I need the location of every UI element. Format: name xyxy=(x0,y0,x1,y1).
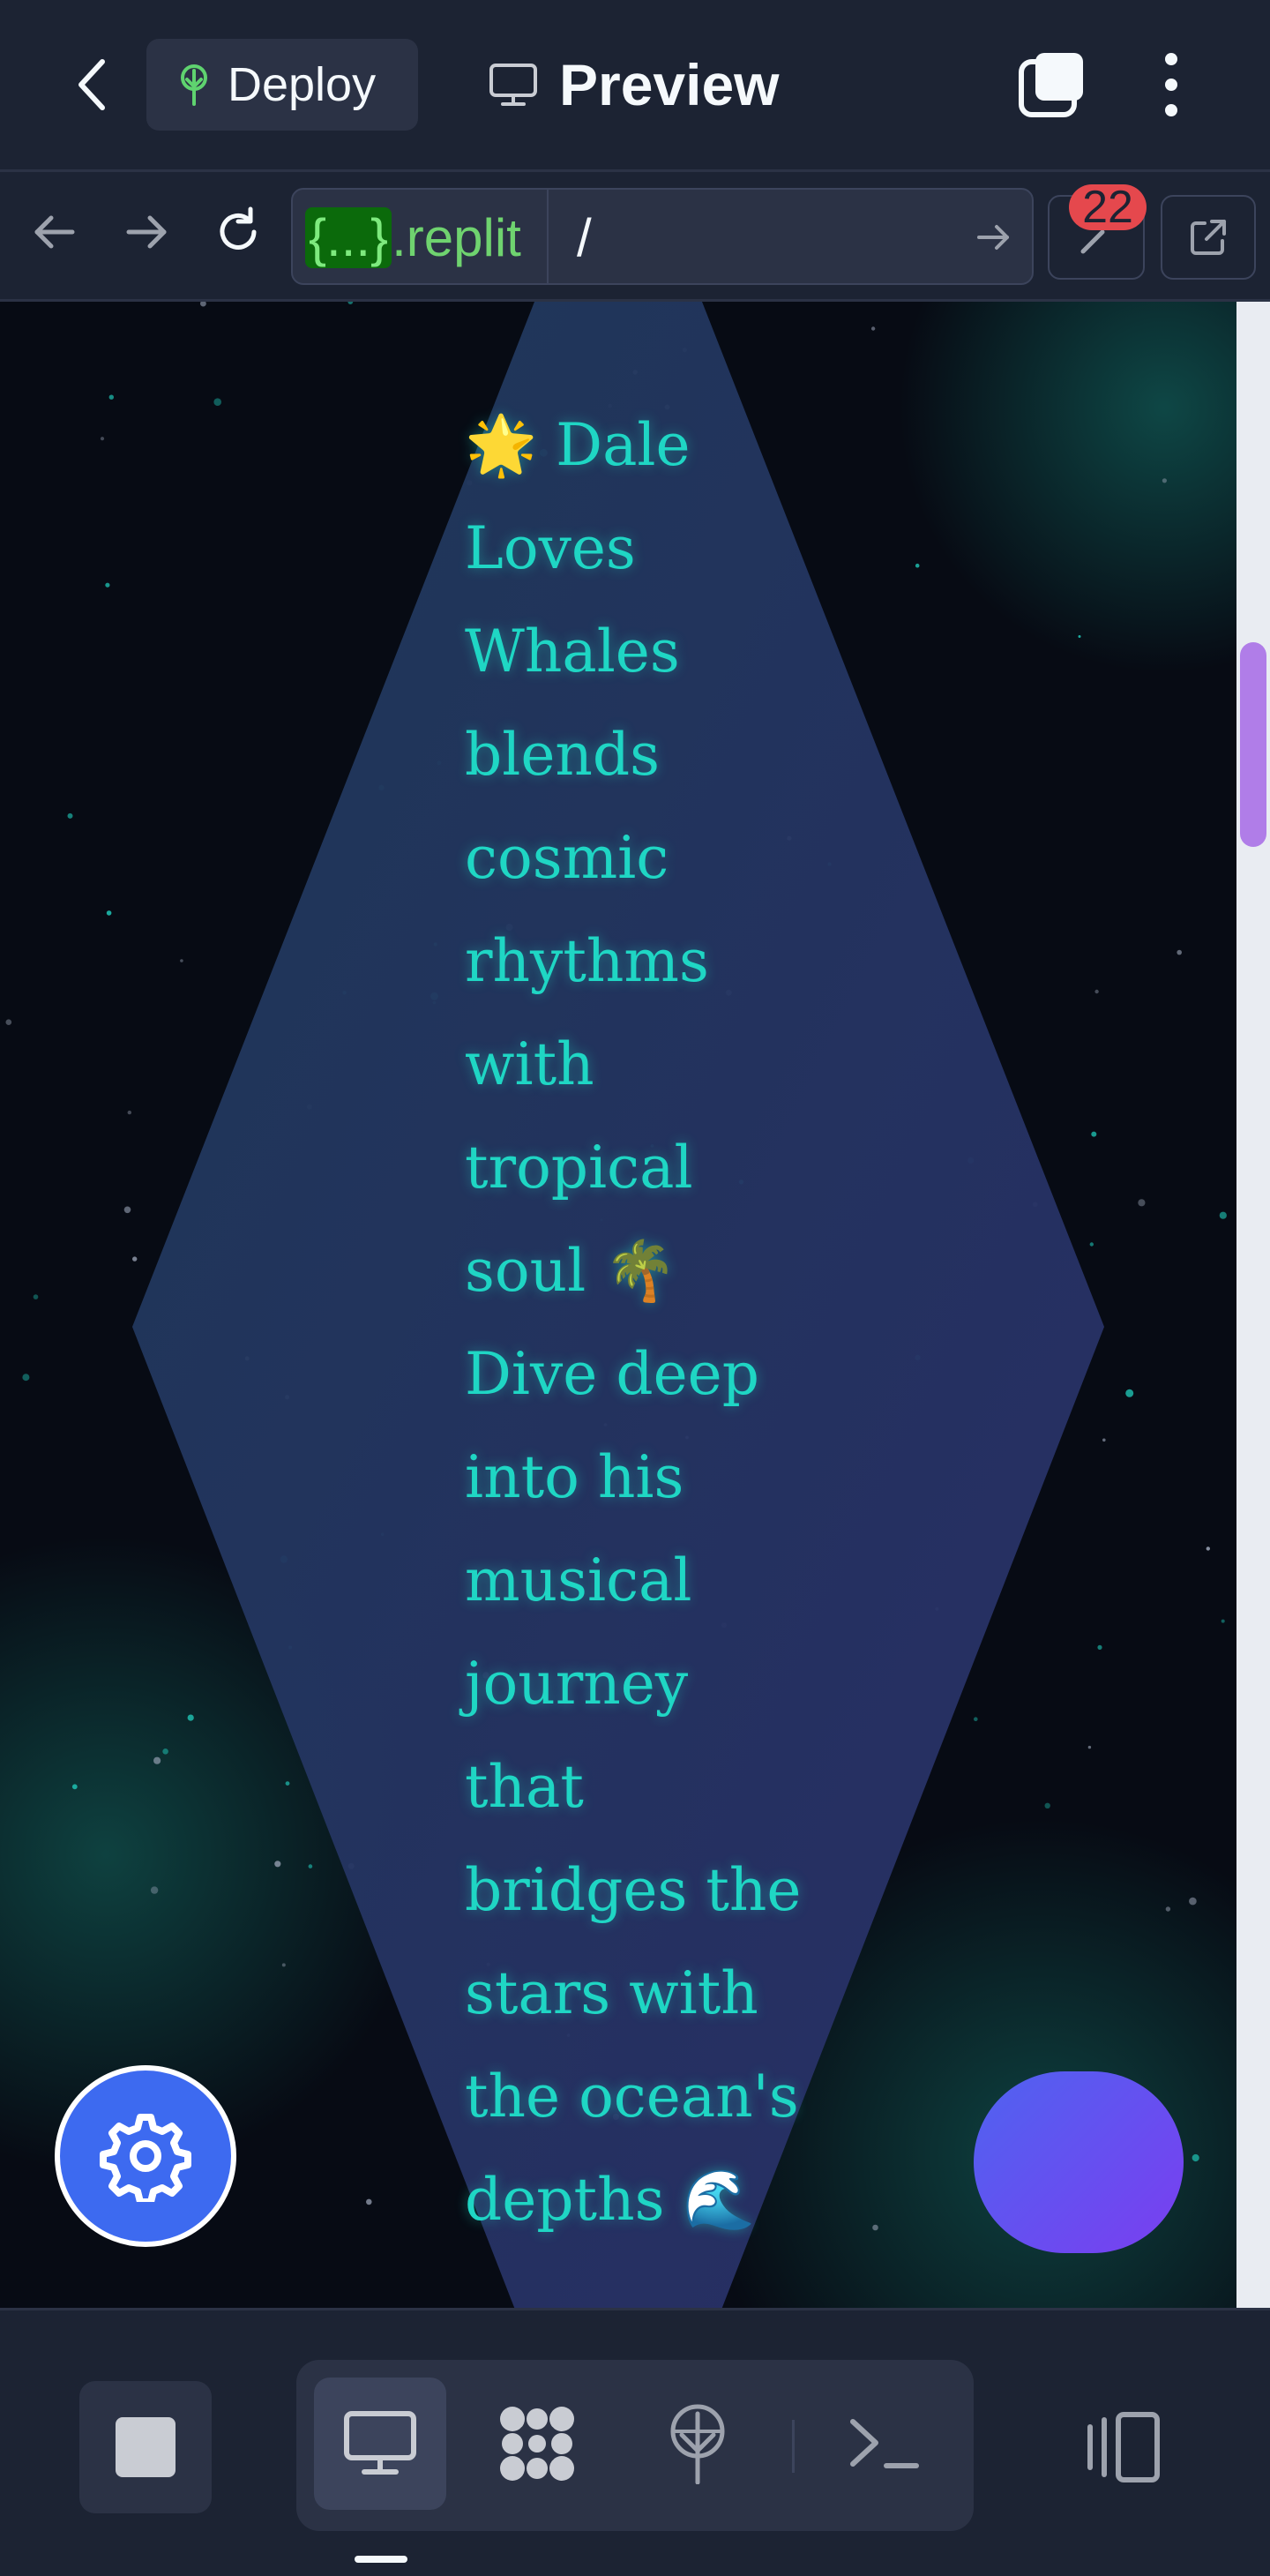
terminal-icon xyxy=(850,2419,919,2468)
chevron-left-icon xyxy=(78,59,105,110)
top-bar: Deploy Preview xyxy=(0,0,1270,171)
bio-line: depths 🌊 xyxy=(465,2166,756,2234)
arrow-right-icon xyxy=(977,225,1009,250)
url-host: {...} .replit xyxy=(305,202,826,273)
bio-line: rhythms xyxy=(465,927,709,995)
back-button[interactable] xyxy=(67,53,116,116)
bio-line: bridges the xyxy=(465,1856,802,1924)
bio-line: Whales xyxy=(465,618,680,685)
deploy-button[interactable]: Deploy xyxy=(146,39,418,131)
deploy-tool-button[interactable] xyxy=(631,2378,764,2510)
bio-line: journey xyxy=(465,1650,689,1718)
tool-separator xyxy=(792,2420,795,2473)
bottom-toolbar xyxy=(0,2310,1270,2576)
panes-icon xyxy=(1087,2412,1160,2482)
bio-line: with xyxy=(465,1030,594,1098)
scrollbar-track[interactable] xyxy=(1236,302,1270,2310)
external-link-icon xyxy=(1191,220,1226,255)
home-indicator xyxy=(355,2556,407,2563)
deploy-tree-icon xyxy=(670,2404,725,2484)
bio-line: the ocean's xyxy=(465,2063,799,2130)
url-divider xyxy=(547,190,549,283)
scrollbar-thumb[interactable] xyxy=(1240,642,1266,847)
workflow-tool-button[interactable] xyxy=(471,2378,603,2510)
monitor-icon xyxy=(489,64,537,106)
open-in-new-tab-button[interactable] xyxy=(1161,195,1256,280)
bio-line: tropical xyxy=(465,1134,693,1202)
bio-line: musical xyxy=(465,1546,692,1614)
url-path[interactable]: / xyxy=(577,202,592,273)
arrow-right-icon xyxy=(126,215,167,249)
bio-line: stars with xyxy=(465,1959,758,2027)
bio-line: 🌟 Dale xyxy=(465,411,691,479)
more-vertical-icon xyxy=(1165,53,1177,65)
url-field[interactable]: {...} .replit / xyxy=(291,188,1034,285)
stop-button[interactable] xyxy=(79,2381,212,2513)
url-host-suffix: .replit xyxy=(392,207,521,267)
reload-icon xyxy=(220,206,257,250)
preview-tab[interactable]: Preview xyxy=(489,39,780,131)
deploy-tree-icon xyxy=(181,64,207,106)
webview-tool-button[interactable] xyxy=(314,2378,446,2510)
bio-line: that xyxy=(465,1753,584,1821)
url-go-button[interactable] xyxy=(972,216,1014,258)
bio-line: into his xyxy=(465,1443,684,1511)
nav-forward-button[interactable] xyxy=(118,204,175,260)
bio-line: soul 🌴 xyxy=(465,1237,677,1305)
nav-back-button[interactable] xyxy=(26,204,83,260)
devtools-badge: 22 xyxy=(1069,184,1147,230)
monitor-icon xyxy=(344,2411,416,2475)
shell-tool-button[interactable] xyxy=(818,2378,951,2510)
action-button[interactable] xyxy=(974,2071,1184,2253)
gear-icon xyxy=(100,2114,191,2202)
preview-title: Preview xyxy=(559,52,780,117)
tabs-button[interactable] xyxy=(1016,49,1087,120)
tool-switcher xyxy=(296,2360,974,2531)
arrow-left-icon xyxy=(34,215,75,249)
url-host-brace: {...} xyxy=(305,206,392,268)
more-options-button[interactable] xyxy=(1147,46,1196,124)
settings-button[interactable] xyxy=(55,2065,236,2247)
stop-icon xyxy=(116,2417,176,2477)
bio-line: cosmic xyxy=(465,824,669,892)
bio-text: 🌟 Dale Loves Whales blends cosmic rhythms with… xyxy=(465,393,802,2251)
panes-button[interactable] xyxy=(1083,2408,1162,2487)
deploy-label: Deploy xyxy=(228,58,377,111)
webview-nav-bar: {...} .replit / 22 xyxy=(0,172,1270,301)
reload-button[interactable] xyxy=(210,204,266,260)
apps-grid-icon xyxy=(500,2407,574,2481)
bio-line: Loves xyxy=(465,514,636,582)
tabs-icon xyxy=(1019,53,1083,117)
bio-line: Dive deep xyxy=(465,1340,759,1408)
bio-line: blends xyxy=(465,721,661,789)
webview[interactable]: 🌟 Dale Loves Whales blends cosmic rhythms with… xyxy=(0,302,1236,2310)
